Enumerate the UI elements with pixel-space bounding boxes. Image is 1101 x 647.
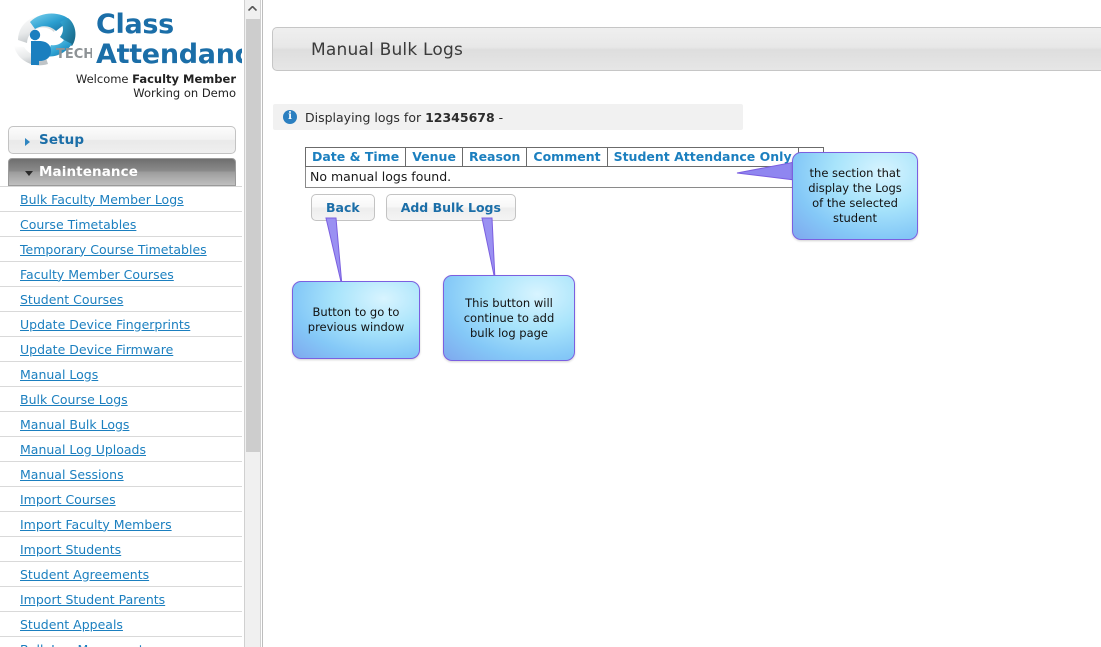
- welcome-message: Welcome Faculty Member Working on Demo: [6, 72, 236, 100]
- triangle-right-icon: [25, 138, 30, 146]
- chevron-up-icon: [248, 6, 257, 11]
- sidebar-item-label[interactable]: Bulk Course Logs: [20, 392, 128, 407]
- app-window: TECH Class Attendance Welcome Faculty Me…: [0, 0, 1101, 647]
- info-text-before: Displaying logs for: [305, 109, 426, 125]
- logo-wordmark: TECH: [56, 47, 92, 62]
- sidebar-item-manual-logs[interactable]: Manual Logs: [0, 362, 242, 387]
- sidebar-item-label[interactable]: Update Device Firmware: [20, 342, 173, 357]
- brand-title-line2: Attendance: [96, 39, 242, 70]
- column-header-venue[interactable]: Venue: [405, 147, 463, 167]
- sidebar-item-label[interactable]: Manual Log Uploads: [20, 442, 146, 457]
- iptech-logo-icon: TECH: [14, 13, 92, 66]
- sidebar-item-update-device-fingerprints[interactable]: Update Device Fingerprints: [0, 312, 242, 337]
- sidebar-item-label[interactable]: Manual Logs: [20, 367, 98, 382]
- info-bar: i Displaying logs for 12345678 -: [273, 104, 743, 130]
- sidebar-item-label[interactable]: Student Agreements: [20, 567, 149, 582]
- sidebar-section-maintenance-label: Maintenance: [39, 164, 138, 180]
- sidebar-item-label[interactable]: Faculty Member Courses: [20, 267, 174, 282]
- sidebar-item-label[interactable]: Import Student Parents: [20, 592, 165, 607]
- page-title: Manual Bulk Logs: [311, 40, 464, 60]
- page-title-bar: Manual Bulk Logs: [272, 27, 1101, 71]
- column-header-reason[interactable]: Reason: [461, 147, 528, 167]
- callout-table: the section that display the Logs of the…: [792, 152, 918, 240]
- sidebar-item-student-agreements[interactable]: Student Agreements: [0, 562, 242, 587]
- sidebar-item-student-courses[interactable]: Student Courses: [0, 287, 242, 312]
- sidebar-item-label[interactable]: Bulk Log Movement: [20, 642, 144, 647]
- sidebar-section-setup[interactable]: Setup: [8, 126, 236, 154]
- sidebar-item-bulk-log-movement[interactable]: Bulk Log Movement: [0, 637, 242, 647]
- sidebar-item-label[interactable]: Bulk Faculty Member Logs: [20, 192, 184, 207]
- sidebar-item-label[interactable]: Import Faculty Members: [20, 517, 172, 532]
- brand-title-line1: Class: [96, 9, 174, 40]
- sidebar-item-label[interactable]: Update Device Fingerprints: [20, 317, 190, 332]
- sidebar-item-manual-sessions[interactable]: Manual Sessions: [0, 462, 242, 487]
- column-header-date-time[interactable]: Date & Time: [304, 147, 407, 167]
- info-student-number: 12345678: [425, 109, 495, 125]
- sidebar-item-faculty-member-courses[interactable]: Faculty Member Courses: [0, 262, 242, 287]
- sidebar-item-bulk-faculty-member-logs[interactable]: Bulk Faculty Member Logs: [0, 187, 242, 212]
- panel-divider: [262, 0, 263, 647]
- callout-back-tail: [325, 217, 343, 287]
- sidebar-item-import-courses[interactable]: Import Courses: [0, 487, 242, 512]
- sidebar-item-temporary-course-timetables[interactable]: Temporary Course Timetables: [0, 237, 242, 262]
- info-message: Displaying logs for 12345678 -: [305, 110, 503, 125]
- sidebar-item-label[interactable]: Manual Bulk Logs: [20, 417, 129, 432]
- sidebar-item-manual-bulk-logs[interactable]: Manual Bulk Logs: [0, 412, 242, 437]
- sidebar-menu: Bulk Faculty Member Logs Course Timetabl…: [0, 186, 242, 647]
- brand-title: Class Attendance: [96, 10, 242, 70]
- sidebar-item-update-device-firmware[interactable]: Update Device Firmware: [0, 337, 242, 362]
- sidebar-item-student-appeals[interactable]: Student Appeals: [0, 612, 242, 637]
- sidebar-item-label[interactable]: Course Timetables: [20, 217, 136, 232]
- sidebar-item-import-faculty-members[interactable]: Import Faculty Members: [0, 512, 242, 537]
- callout-add: This button will continue to add bulk lo…: [443, 275, 575, 361]
- sidebar-item-course-timetables[interactable]: Course Timetables: [0, 212, 242, 237]
- sidebar-section-setup-label: Setup: [39, 132, 85, 148]
- sidebar-scrollbar[interactable]: [244, 0, 261, 647]
- sidebar-item-import-students[interactable]: Import Students: [0, 537, 242, 562]
- triangle-down-icon: [25, 171, 33, 176]
- brand-header: TECH Class Attendance Welcome Faculty Me…: [0, 0, 242, 108]
- sidebar-item-label[interactable]: Import Courses: [20, 492, 116, 507]
- sidebar-item-label[interactable]: Student Appeals: [20, 617, 123, 632]
- callout-table-tail: [736, 161, 796, 181]
- sidebar-item-import-student-parents[interactable]: Import Student Parents: [0, 587, 242, 612]
- info-icon: i: [283, 110, 297, 124]
- column-header-comment[interactable]: Comment: [526, 147, 608, 167]
- sidebar-item-label[interactable]: Import Students: [20, 542, 121, 557]
- callout-table-text: the section that display the Logs of the…: [808, 166, 902, 225]
- sidebar-item-label[interactable]: Temporary Course Timetables: [20, 242, 207, 257]
- callout-back: Button to go to previous window: [292, 281, 420, 359]
- sidebar-item-label[interactable]: Manual Sessions: [20, 467, 124, 482]
- callout-back-text: Button to go to previous window: [307, 305, 405, 334]
- sidebar-item-bulk-course-logs[interactable]: Bulk Course Logs: [0, 387, 242, 412]
- info-text-after: -: [494, 109, 504, 125]
- scrollbar-thumb[interactable]: [246, 19, 260, 452]
- welcome-role: Faculty Member: [132, 72, 236, 86]
- sidebar-section-maintenance[interactable]: Maintenance: [8, 158, 236, 186]
- callout-add-tail: [481, 217, 496, 281]
- welcome-line2: Working on Demo: [133, 86, 236, 100]
- welcome-prefix: Welcome: [75, 72, 133, 86]
- sidebar: TECH Class Attendance Welcome Faculty Me…: [0, 0, 242, 647]
- scroll-up-button[interactable]: [245, 0, 260, 17]
- callout-add-text: This button will continue to add bulk lo…: [463, 295, 555, 340]
- sidebar-item-manual-log-uploads[interactable]: Manual Log Uploads: [0, 437, 242, 462]
- sidebar-item-label[interactable]: Student Courses: [20, 292, 123, 307]
